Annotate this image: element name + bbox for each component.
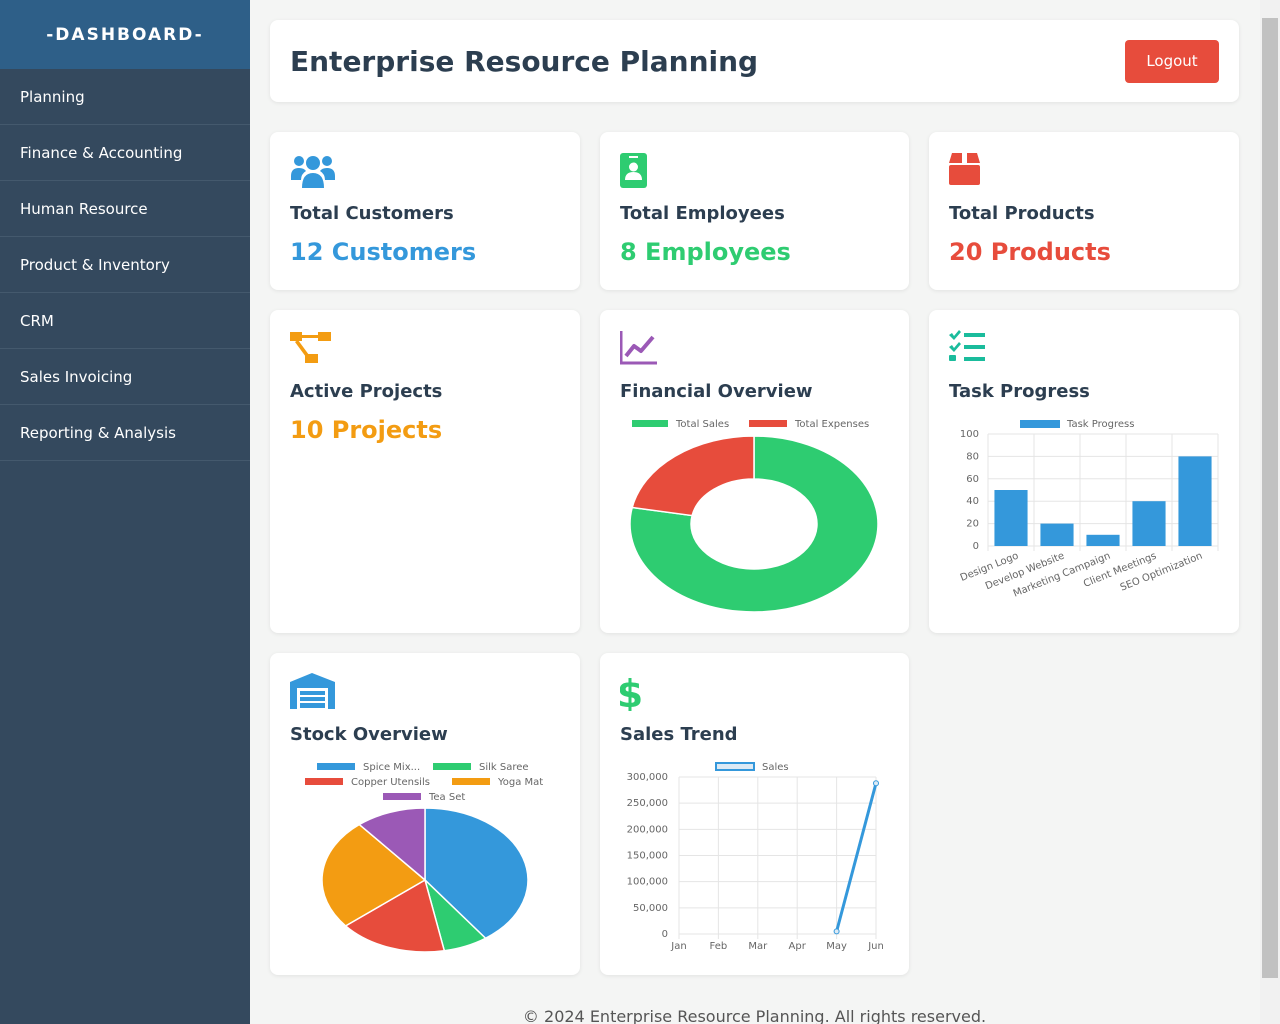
sales-card: $ Sales Trend Sales 0 50,000 100,000 150,000… (600, 653, 909, 975)
legend-label: Task Progress (1066, 419, 1134, 430)
legend-swatch (1020, 420, 1060, 428)
bar (1178, 456, 1212, 546)
stock-card: Stock Overview Spice Mix... Silk Saree Cop… (270, 653, 580, 975)
x-tick-label: Jun (867, 941, 884, 952)
pie-slice (631, 435, 755, 517)
sidebar-item-reporting[interactable]: Reporting & Analysis (0, 405, 250, 461)
y-tick-label: 40 (966, 496, 979, 507)
y-tick-label: 60 (966, 474, 979, 485)
legend-label: Tea Set (428, 792, 465, 803)
legend-label: Copper Utensils (351, 777, 430, 788)
legend-swatch (715, 762, 755, 771)
series-line (835, 782, 878, 932)
x-tick-label: Apr (789, 941, 807, 952)
bar (1040, 523, 1074, 546)
project-diagram-icon (290, 332, 331, 363)
employees-card: Total Employees 8 Employees (600, 132, 909, 290)
scrollbar[interactable] (1260, 0, 1280, 1024)
legend-swatch (433, 763, 471, 770)
financial-doughnut-chart: Total Sales Total Expenses (629, 419, 879, 613)
legend-label: Silk Saree (479, 762, 529, 773)
card-title: Total Employees (620, 203, 785, 224)
y-tick-label: 250,000 (627, 798, 668, 809)
y-tick-label: 20 (966, 519, 979, 530)
sidebar: -DASHBOARD- Planning Finance & Accountin… (0, 0, 250, 1024)
y-tick-label: 0 (973, 541, 979, 552)
legend-swatch (317, 763, 355, 770)
projects-card: Active Projects 10 Projects (270, 310, 580, 633)
projects-value: 10 Projects (290, 416, 443, 444)
sidebar-item-crm[interactable]: CRM (0, 293, 250, 349)
y-tick-label: 300,000 (627, 772, 668, 783)
employees-value: 8 Employees (620, 238, 791, 266)
legend-swatch (452, 778, 490, 785)
x-tick-label: May (826, 941, 847, 952)
id-badge-icon (620, 153, 647, 188)
data-point (833, 928, 840, 935)
legend-swatch (383, 793, 421, 800)
x-tick-label: Feb (710, 941, 728, 952)
legend-swatch (305, 778, 343, 785)
bar (1086, 534, 1120, 546)
legend-swatch (749, 420, 787, 427)
y-tick-label: 150,000 (627, 851, 668, 862)
data-point (873, 780, 879, 787)
tasks-icon (949, 330, 985, 361)
chart-line-icon (620, 331, 657, 365)
legend-label: Sales (762, 762, 789, 773)
sidebar-item-finance[interactable]: Finance & Accounting (0, 125, 250, 181)
sidebar-item-planning[interactable]: Planning (0, 69, 250, 125)
customers-value: 12 Customers (290, 238, 477, 266)
card-title: Task Progress (949, 381, 1090, 402)
task-progress-bar-chart: Task Progress020406080100Design LogoDeve… (959, 419, 1219, 600)
sales-trend-line-chart: Sales 0 50,000 100,000 150,000 200,000 250,000… (627, 762, 884, 952)
card-title: Sales Trend (620, 724, 738, 745)
card-title: Stock Overview (290, 724, 448, 745)
y-tick-label: 80 (966, 451, 979, 462)
y-tick-label: 100,000 (627, 877, 668, 888)
sidebar-item-sales-invoicing[interactable]: Sales Invoicing (0, 349, 250, 405)
sidebar-item-human-resource[interactable]: Human Resource (0, 181, 250, 237)
x-tick-label: SEO Optimization (1119, 551, 1204, 594)
card-title: Financial Overview (620, 381, 813, 402)
legend-label: Yoga Mat (497, 777, 543, 788)
y-tick-label: 0 (662, 929, 668, 940)
x-tick-label: Jan (670, 941, 686, 952)
card-title: Total Customers (290, 203, 454, 224)
x-tick-label: Mar (748, 941, 768, 952)
page-title: Enterprise Resource Planning (290, 44, 759, 78)
footer-text: © 2024 Enterprise Resource Planning. All… (522, 1007, 987, 1024)
warehouse-icon (290, 673, 335, 709)
header: Enterprise Resource Planning Logout (270, 20, 1239, 102)
box-icon (949, 153, 980, 185)
stock-pie-chart: Spice Mix... Silk Saree Copper Utensils Yog… (305, 762, 543, 953)
legend-swatch (632, 420, 668, 427)
sidebar-item-product-inventory[interactable]: Product & Inventory (0, 237, 250, 293)
y-tick-label: 50,000 (633, 903, 668, 914)
dollar-icon: $ (620, 673, 643, 711)
logout-button[interactable]: Logout (1125, 39, 1219, 83)
users-icon (291, 156, 335, 188)
card-title: Total Products (949, 203, 1095, 224)
scrollbar-thumb[interactable] (1262, 18, 1278, 978)
sidebar-title: -DASHBOARD- (0, 0, 250, 69)
financial-card: Financial Overview Total Sales Total Expe… (600, 310, 909, 633)
bar (1132, 501, 1166, 546)
products-card: Total Products 20 Products (929, 132, 1239, 290)
y-tick-label: 100 (960, 429, 979, 440)
legend-label: Spice Mix... (363, 762, 420, 773)
y-tick-label: 200,000 (627, 824, 668, 835)
card-title: Active Projects (290, 381, 443, 402)
tasks-card: Task Progress Task Progress 0 20 40 60 80 100 D… (929, 310, 1239, 633)
legend-label: Total Expenses (794, 419, 869, 430)
svg-text:$: $ (620, 673, 643, 711)
bar (994, 490, 1028, 546)
customers-card: Total Customers 12 Customers (270, 132, 580, 290)
products-value: 20 Products (949, 238, 1111, 266)
legend-label: Total Sales (675, 419, 729, 430)
